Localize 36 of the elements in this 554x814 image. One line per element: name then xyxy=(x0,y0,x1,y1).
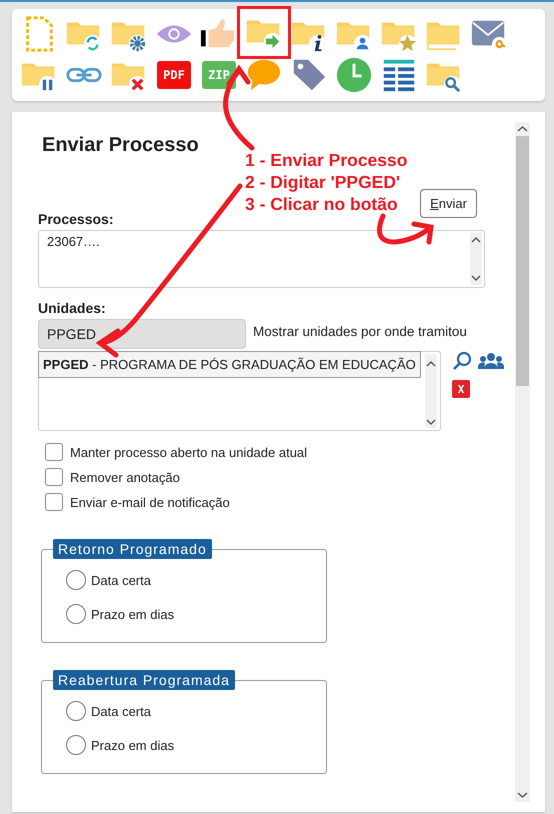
checkbox-label: Enviar e-mail de notificação xyxy=(70,494,230,510)
fieldset-legend: Retorno Programado xyxy=(53,539,212,559)
checkbox-label: Remover anotação xyxy=(70,470,180,484)
checkbox[interactable] xyxy=(45,493,63,511)
annotation-text: 2 - Digitar 'PPGED' xyxy=(245,171,402,193)
radio-button[interactable] xyxy=(66,604,86,624)
radio-button[interactable] xyxy=(66,701,86,721)
annotation-text: 3 - Clicar no botão xyxy=(245,193,399,215)
field-label: Unidades: xyxy=(38,300,107,316)
send-button[interactable]: Enviar xyxy=(420,189,477,218)
radio-button[interactable] xyxy=(66,570,86,590)
scrollbar[interactable] xyxy=(515,122,530,802)
radio-label: Data certa xyxy=(91,572,151,588)
suggestion-menu[interactable]: PPGED - PROGRAMA DE PÓS GRADUAÇÃO EM EDUCAÇÃO xyxy=(38,351,421,378)
checkbox-label: Manter processo aberto na unidade atual xyxy=(70,444,308,460)
show-units-link[interactable]: Mostrar unidades por onde tramitou xyxy=(253,324,467,339)
group-icon[interactable] xyxy=(478,352,504,370)
processes-field[interactable]: 23067…. xyxy=(38,230,485,288)
radio-button[interactable] xyxy=(66,735,86,755)
checkbox[interactable] xyxy=(45,443,63,461)
toolbar-button[interactable]: PDF xyxy=(152,53,196,97)
search-icon[interactable] xyxy=(452,351,472,371)
radio-label: Prazo em dias xyxy=(91,738,174,752)
annotation-text: 1 - Enviar Processo xyxy=(245,149,408,171)
annotation-arrow xyxy=(376,214,434,244)
page-title: Enviar Processo xyxy=(42,134,200,157)
scroll-arrows-icon[interactable] xyxy=(470,233,482,285)
radio-label: Prazo em dias xyxy=(91,606,174,622)
field-label: Processos: xyxy=(38,211,114,227)
scroll-arrows-icon[interactable] xyxy=(425,354,437,428)
fieldset-legend: Reabertura Programada xyxy=(53,670,235,690)
radio-label: Data certa xyxy=(91,704,151,718)
unit-field[interactable]: PPGED xyxy=(38,319,246,349)
checkbox[interactable] xyxy=(45,468,63,486)
remove-button[interactable]: X xyxy=(452,380,470,398)
clock-icon xyxy=(335,56,373,94)
